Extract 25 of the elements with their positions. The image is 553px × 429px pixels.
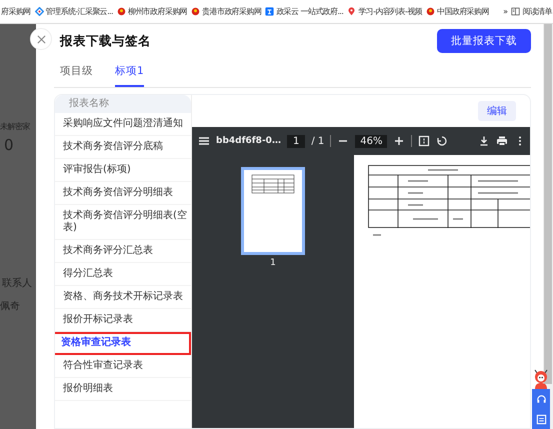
- page-total: / 1: [311, 136, 324, 146]
- drawer-title: 报表下载与签名: [60, 32, 151, 50]
- batch-download-button[interactable]: 批量报表下载: [437, 29, 531, 53]
- page-number-field[interactable]: 1: [286, 134, 306, 148]
- bookmark-link[interactable]: 府采购网: [1, 6, 31, 17]
- field-label: 联系人: [2, 276, 32, 290]
- field-value: 佩奇: [0, 300, 20, 313]
- bookmark-link[interactable]: 管理系统-汇采聚云...: [46, 6, 113, 17]
- tab[interactable]: 标项1: [115, 58, 144, 87]
- field-label: 未解密家: [0, 121, 30, 132]
- more-bookmarks-button[interactable]: »: [503, 7, 508, 16]
- report-list-item[interactable]: 资格审查记录表: [55, 332, 191, 355]
- bookmark-link[interactable]: 柳州市政府采购网: [128, 6, 188, 17]
- list-header: 报表名称: [55, 95, 191, 113]
- file-name: bb4df6f8-0…: [216, 136, 281, 146]
- bookmark-link[interactable]: 政采云 一站式政府...: [276, 6, 344, 17]
- bookmark-link[interactable]: 中国政府采购网: [437, 6, 489, 17]
- bookmark-link[interactable]: 贵港市政府采购网: [202, 6, 262, 17]
- field-value: 0: [4, 136, 14, 154]
- edit-button[interactable]: 编辑: [478, 101, 516, 121]
- bookmark-link[interactable]: 学习-内容列表-视频: [358, 6, 422, 17]
- tab[interactable]: 项目级: [60, 58, 93, 87]
- zoom-field[interactable]: 46%: [355, 134, 388, 148]
- reading-list-link[interactable]: 阅读清单: [522, 6, 552, 17]
- thumbnail-page-number: 1: [270, 258, 276, 268]
